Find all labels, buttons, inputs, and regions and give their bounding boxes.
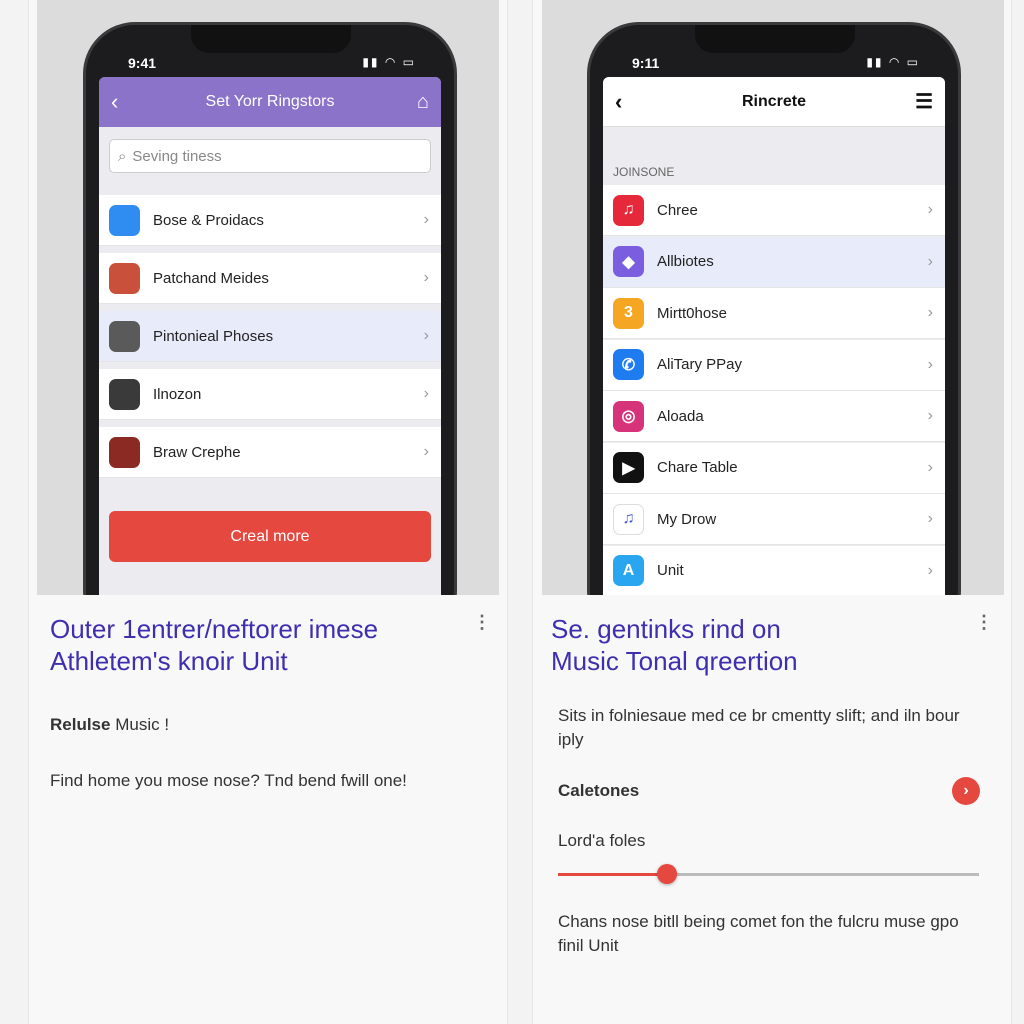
wave-icon: ◆ <box>613 246 644 277</box>
left-card: 9:41 ▮▮ ◠ ▭ ‹ Set Yorr Ringstors ⌂ ⌕ Sev… <box>28 0 508 1024</box>
chevron-right-icon: › <box>423 269 429 286</box>
back-icon[interactable]: ‹ <box>615 89 622 115</box>
chevron-right-icon: › <box>927 355 933 373</box>
more-options-icon[interactable]: ⋮ <box>473 612 491 633</box>
body-text-2: Chans nose bitll being comet fon the ful… <box>558 912 959 955</box>
red-app-icon <box>109 436 140 468</box>
chevron-right-icon: › <box>927 304 933 321</box>
list-item[interactable]: Braw Crephe › <box>99 427 441 478</box>
card-title: Se. gentinks rind on Music Tonal qreertio… <box>551 614 798 676</box>
card-title: Outer 1entrer/neftorer imese Athletem's k… <box>50 614 379 676</box>
list-item-label: Allbiotes <box>657 253 714 270</box>
list-item[interactable]: ♫ Chree › <box>603 185 945 236</box>
status-time: 9:11 <box>632 55 660 71</box>
slider-track[interactable] <box>558 864 979 884</box>
app-header: ‹ Set Yorr Ringstors ⌂ <box>99 77 441 127</box>
list-item-label: Mirtt0hose <box>657 304 728 322</box>
list-item-label: AliTary PPay <box>657 356 743 373</box>
list-item-label: Unit <box>657 562 684 579</box>
list-item[interactable]: Bose & Proidacs › <box>99 195 441 246</box>
body-text: Find home you mose nose? Tnd bend fwill … <box>50 771 407 790</box>
list-item[interactable]: ◆ Allbiotes › <box>603 236 945 288</box>
slider-fill <box>558 873 668 876</box>
back-icon[interactable]: ‹ <box>111 89 118 115</box>
search-input[interactable]: ⌕ Seving tiness <box>109 139 431 173</box>
list-item[interactable]: A Unit › <box>603 545 945 595</box>
list-item-label: Chare Table <box>657 459 738 476</box>
status-icons: ▮▮ ◠ ▭ <box>362 55 416 69</box>
left-phone: 9:41 ▮▮ ◠ ▭ ‹ Set Yorr Ringstors ⌂ ⌕ Sev… <box>83 22 457 595</box>
phone-icon: ✆ <box>613 349 644 380</box>
app-header: ‹ Rincrete ☰ <box>603 77 945 127</box>
section-label: JOINSONE <box>613 165 675 179</box>
slider-thumb[interactable] <box>657 864 678 884</box>
chevron-right-icon: › <box>927 561 933 579</box>
chevron-right-button[interactable]: › <box>952 777 980 805</box>
subtitle: Relulse Music ! <box>50 715 170 734</box>
colorful-app-icon <box>109 262 140 294</box>
music-note-icon: ♫ <box>613 503 644 535</box>
right-card: 9:11 ▮▮ ◠ ▭ ‹ Rincrete ☰ JOINSONE ♫ Chree… <box>532 0 1012 1024</box>
list-item-label: Braw Crephe <box>153 443 241 461</box>
list-item[interactable]: Patchand Meides › <box>99 253 441 304</box>
search-icon: ⌕ <box>118 147 127 165</box>
slider-label: Lord'a foles <box>558 831 646 850</box>
list-item-label: My Drow <box>657 510 717 528</box>
status-time: 9:41 <box>128 55 157 71</box>
create-more-button[interactable]: Creal more <box>109 511 431 562</box>
chevron-right-icon: › <box>927 458 933 476</box>
right-phone: 9:11 ▮▮ ◠ ▭ ‹ Rincrete ☰ JOINSONE ♫ Chree… <box>587 22 961 595</box>
home-icon[interactable]: ⌂ <box>417 91 429 114</box>
list-item[interactable]: Ilnozon › <box>99 369 441 420</box>
more-options-icon[interactable]: ⋮ <box>975 612 993 633</box>
chevron-right-icon: › <box>423 327 429 344</box>
list-item-label: Pintonieal Phoses <box>153 327 274 345</box>
list-item-label: Patchand Meides <box>153 269 269 287</box>
body-text: Sits in folniesaue med ce br cmentty sli… <box>558 706 960 749</box>
play-icon: ▶ <box>613 452 644 483</box>
list-item-label: Ilnozon <box>153 385 202 403</box>
list-item[interactable]: ◎ Aloada › <box>603 391 945 442</box>
list-item-label: Aloada <box>657 407 704 425</box>
left-hero-image: 9:41 ▮▮ ◠ ▭ ‹ Set Yorr Ringstors ⌂ ⌕ Sev… <box>37 0 499 595</box>
chevron-right-icon: › <box>423 211 429 228</box>
chevron-right-icon: › <box>423 385 429 402</box>
chevron-right-icon: › <box>927 201 933 218</box>
chevron-right-icon: › <box>927 407 933 424</box>
chevron-right-icon: › <box>927 252 933 270</box>
menu-icon[interactable]: ☰ <box>915 89 933 114</box>
music-icon: ♫ <box>613 194 644 226</box>
camera-thumbnail-icon <box>109 378 140 410</box>
chevron-right-icon: › <box>423 443 429 460</box>
app-store-icon: A <box>613 555 644 586</box>
list-item-label: Bose & Proidacs <box>153 211 264 229</box>
list-item-label: Chree <box>657 201 698 219</box>
status-icons: ▮▮ ◠ ▭ <box>866 55 920 69</box>
list-item[interactable]: Pintonieal Phoses › <box>99 311 441 362</box>
instagram-icon: ◎ <box>613 400 644 432</box>
list-item[interactable]: ✆ AliTary PPay › <box>603 339 945 391</box>
chevron-right-icon: › <box>927 510 933 527</box>
list-item[interactable]: 3 Mirtt0hose › <box>603 288 945 339</box>
app-store-icon <box>109 204 140 236</box>
header-title: Set Yorr Ringstors <box>205 93 335 110</box>
number-three-icon: 3 <box>613 297 644 329</box>
list-item[interactable]: ▶ Chare Table › <box>603 442 945 494</box>
photo-thumbnail-icon <box>109 320 140 352</box>
caletones-label: Caletones <box>558 781 640 800</box>
header-title: Rincrete <box>741 92 807 110</box>
right-hero-image: 9:11 ▮▮ ◠ ▭ ‹ Rincrete ☰ JOINSONE ♫ Chree… <box>542 0 1004 595</box>
list-item[interactable]: ♫ My Drow › <box>603 494 945 545</box>
